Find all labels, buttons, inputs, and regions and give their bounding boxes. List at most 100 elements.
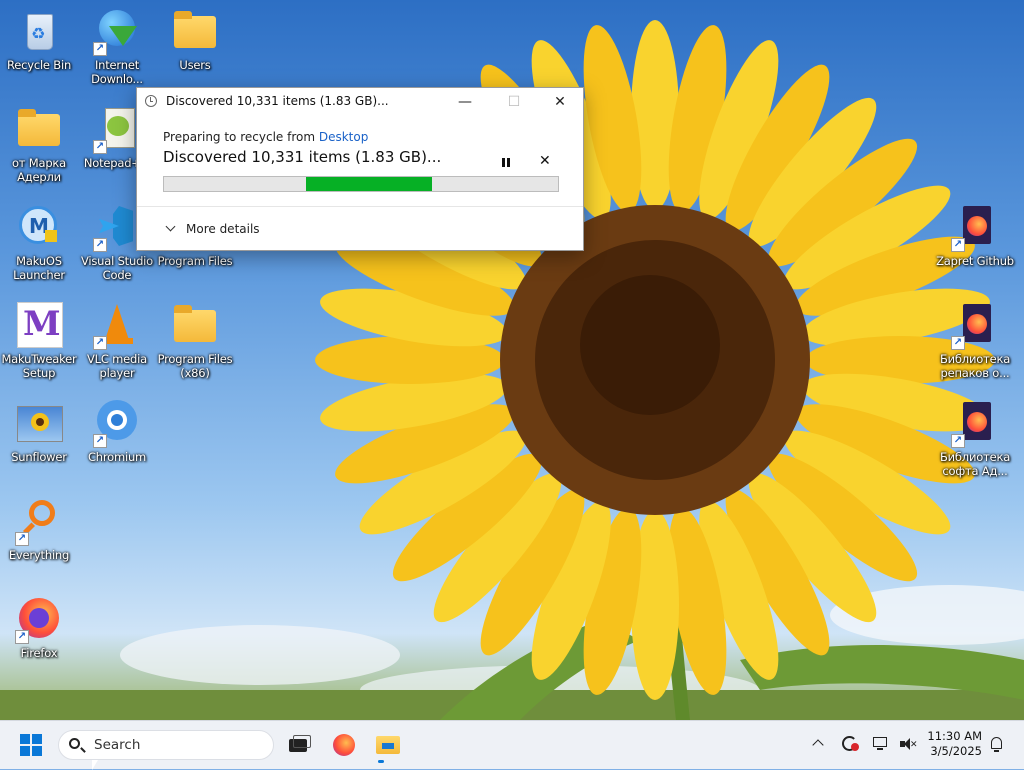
desktop-icon-label: MakuOS Launcher (13, 254, 65, 282)
firefox-icon: ↗ (15, 596, 63, 644)
desktop-icon-sunflower[interactable]: Sunflower (0, 400, 78, 464)
source-folder-link[interactable]: Desktop (319, 130, 369, 144)
cancel-button[interactable]: ✕ (539, 153, 551, 169)
taskbar-file-explorer[interactable] (372, 729, 404, 763)
folder-icon (171, 302, 219, 350)
more-details-toggle[interactable]: More details (165, 221, 260, 236)
recycle-bin-icon: ♻ (15, 8, 63, 56)
folder-icon (15, 106, 63, 154)
chromium-icon: ↗ (93, 400, 141, 448)
desktop-icon-recycle-bin[interactable]: ♻ Recycle Bin (0, 8, 78, 72)
makutweaker-icon: M (15, 302, 63, 350)
shortcut-arrow-icon: ↗ (951, 336, 965, 350)
chevron-down-icon (165, 221, 176, 232)
firefox-html-file-icon: ↗ (951, 302, 999, 350)
taskbar: Search ✕ 11:30 AM 3/5/2025 (0, 720, 1024, 769)
search-icon (69, 738, 80, 749)
shortcut-arrow-icon: ↗ (951, 238, 965, 252)
windows-logo-icon (20, 734, 30, 744)
bell-icon (991, 737, 1002, 749)
active-indicator (378, 760, 384, 763)
network-icon[interactable] (872, 735, 890, 753)
dialog-titlebar[interactable]: Discovered 10,331 items (1.83 GB)... — ☐… (137, 88, 583, 116)
shortcut-arrow-icon: ↗ (93, 42, 107, 56)
desktop-icon-ot-marka-aderli[interactable]: от Марка Адерли (0, 106, 78, 184)
preparing-line: Preparing to recycle from Desktop (163, 130, 563, 144)
maximize-button: ☐ (507, 94, 521, 110)
search-placeholder: Search (94, 737, 141, 753)
pause-button[interactable] (497, 154, 515, 172)
clock-date: 3/5/2025 (930, 744, 982, 758)
desktop-icon-label: Библиотека репаков о... (939, 352, 1011, 380)
idm-icon: ↗ (93, 8, 141, 56)
desktop-icon-label: Users (179, 58, 211, 72)
more-details-label: More details (186, 222, 260, 236)
divider (137, 206, 583, 207)
desktop-icon-label: Internet Downlo... (91, 58, 143, 86)
shortcut-arrow-icon: ↗ (93, 336, 107, 350)
progress-bar-fill (305, 177, 432, 191)
notifications-button[interactable] (988, 735, 1006, 753)
desktop-icon-label: Firefox (20, 646, 58, 660)
shortcut-arrow-icon: ↗ (15, 630, 29, 644)
progress-bar (163, 176, 559, 192)
firefox-html-file-icon: ↗ (951, 204, 999, 252)
desktop-icon-users[interactable]: Users (156, 8, 234, 72)
desktop-icon-makutweaker-setup[interactable]: M MakuTweaker Setup (0, 302, 78, 380)
folder-icon (171, 8, 219, 56)
desktop-icon-program-files-x86[interactable]: Program Files (x86) (156, 302, 234, 380)
firefox-icon (333, 734, 355, 756)
makuos-launcher-icon: M (15, 204, 63, 252)
desktop-icon-label: Recycle Bin (6, 58, 72, 72)
desktop-icon-label: Program Files (x86) (157, 352, 233, 380)
show-hidden-icons-button[interactable] (810, 735, 828, 753)
close-button[interactable]: ✕ (537, 88, 583, 116)
taskbar-clock[interactable]: 11:30 AM 3/5/2025 (920, 729, 982, 759)
desktop-icon-internet-download-manager[interactable]: ↗ Internet Downlo... (78, 8, 156, 86)
desktop-icon-software-library[interactable]: ↗ Библиотека софта Ад... (936, 400, 1014, 478)
shortcut-arrow-icon: ↗ (93, 434, 107, 448)
dialog-title: Discovered 10,331 items (1.83 GB)... (166, 94, 389, 108)
desktop-icon-label: Zapret Github (936, 254, 1014, 268)
desktop-icon-label: Sunflower (11, 450, 67, 464)
desktop-icon-label: Chromium (87, 450, 147, 464)
desktop-icon-makuos-launcher[interactable]: M MakuOS Launcher (0, 204, 78, 282)
desktop-icon-label: Visual Studio Code (80, 254, 153, 282)
chevron-up-icon (812, 739, 824, 751)
firefox-html-file-icon: ↗ (951, 400, 999, 448)
desktop-icon-label: Библиотека софта Ад... (939, 450, 1011, 478)
desktop-icon-zapret-github[interactable]: ↗ Zapret Github (936, 204, 1014, 268)
task-view-button[interactable] (283, 729, 315, 761)
preparing-text: Preparing to recycle from (163, 130, 319, 144)
vlc-icon: ↗ (93, 302, 141, 350)
shortcut-arrow-icon: ↗ (93, 238, 107, 252)
sync-status-icon[interactable] (841, 735, 859, 753)
desktop-icon-everything[interactable]: ↗ Everything (0, 498, 78, 562)
dialog-body: Preparing to recycle from Desktop Discov… (163, 130, 563, 192)
everything-search-icon: ↗ (15, 498, 63, 546)
recycle-progress-dialog[interactable]: Discovered 10,331 items (1.83 GB)... — ☐… (136, 87, 584, 251)
clock-icon (145, 95, 157, 107)
taskbar-firefox[interactable] (328, 729, 360, 761)
vscode-icon: ↗ (93, 204, 141, 252)
desktop-icon-label: от Марка Адерли (11, 156, 67, 184)
minimize-button[interactable]: — (442, 88, 488, 116)
desktop-icon-label: Everything (8, 548, 70, 562)
desktop-icon-label: VLC media player (87, 352, 147, 380)
image-thumbnail-icon (15, 400, 63, 448)
desktop-icon-label: Program Files (157, 254, 233, 268)
start-button[interactable] (20, 734, 42, 756)
desktop-icon-repack-library[interactable]: ↗ Библиотека репаков о... (936, 302, 1014, 380)
shortcut-arrow-icon: ↗ (951, 434, 965, 448)
shortcut-arrow-icon: ↗ (15, 532, 29, 546)
taskbar-search[interactable]: Search (58, 730, 274, 760)
desktop-icon-firefox[interactable]: ↗ Firefox (0, 596, 78, 660)
clock-time: 11:30 AM (927, 729, 982, 743)
notepad-plus-plus-icon: ↗ (93, 106, 141, 154)
shortcut-arrow-icon: ↗ (93, 140, 107, 154)
volume-muted-icon[interactable]: ✕ (899, 735, 918, 753)
desktop-icon-chromium[interactable]: ↗ Chromium (78, 400, 156, 464)
mouse-pointer (92, 760, 98, 770)
desktop-icon-vlc-media-player[interactable]: ↗ VLC media player (78, 302, 156, 380)
desktop-icon-label: MakuTweaker Setup (1, 352, 77, 380)
